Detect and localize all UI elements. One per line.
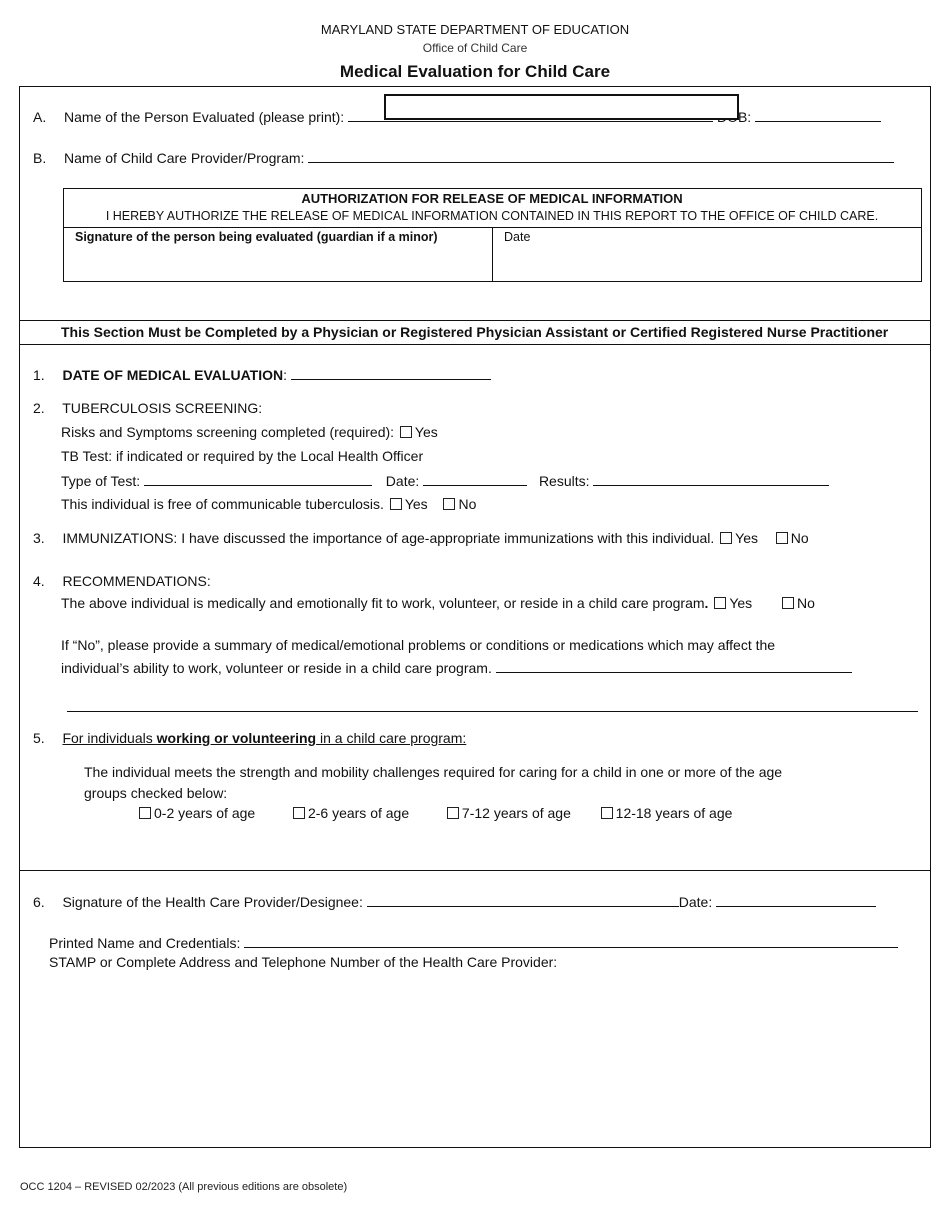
item-5-header: 5. For individuals working or volunteeri…	[33, 730, 466, 746]
if-no-line-1: If “No”, please provide a summary of med…	[61, 637, 776, 653]
immunizations-yes-label: Yes	[735, 530, 758, 546]
tb-screening-label: TUBERCULOSIS SCREENING:	[62, 400, 263, 416]
evaluation-date-label: DATE OF MEDICAL EVALUATION	[62, 367, 284, 383]
tb-date-label: Date:	[385, 473, 420, 489]
item-3: 3. IMMUNIZATIONS: I have discussed the i…	[33, 530, 809, 546]
tb-free-row: This individual is free of communicable …	[61, 496, 476, 512]
divider-provider-section-top	[19, 320, 930, 321]
fit-no-label: No	[796, 595, 815, 611]
item-6: 6. Signature of the Health Care Provider…	[33, 892, 877, 910]
if-no-line-2: individual’s ability to work, volunteer …	[61, 660, 492, 676]
immunizations-yes-checkbox[interactable]	[720, 532, 733, 544]
tb-free-no-label: No	[458, 496, 477, 512]
recommendations-label: RECOMMENDATIONS:	[62, 573, 211, 589]
immunizations-label: IMMUNIZATIONS: I have discussed the impo…	[62, 530, 715, 546]
mobility-desc-line-1: The individual meets the strength and mo…	[84, 764, 783, 780]
immunizations-no-label: No	[790, 530, 809, 546]
section-a-marker: A.	[33, 109, 47, 125]
item-1: 1. DATE OF MEDICAL EVALUATION:	[33, 365, 491, 383]
item-5-label-pre: For individuals	[62, 730, 157, 746]
tb-free-label: This individual is free of communicable …	[61, 496, 384, 512]
immunizations-no-checkbox[interactable]	[775, 532, 788, 544]
tb-type-label: Type of Test:	[61, 473, 141, 489]
fit-period: .	[704, 595, 709, 611]
form-revision-footer: OCC 1204 – REVISED 02/2023 (All previous…	[20, 1181, 348, 1193]
provider-signature-label: Signature of the Health Care Provider/De…	[62, 894, 363, 910]
provider-program-label: Name of Child Care Provider/Program:	[64, 150, 305, 166]
authorization-title: AUTHORIZATION FOR RELEASE OF MEDICAL INF…	[301, 191, 683, 206]
tb-risks-row: Risks and Symptoms screening completed (…	[61, 424, 438, 440]
guardian-signature-field[interactable]	[64, 247, 491, 280]
tb-test-row: Type of Test: Date: Results:	[61, 471, 830, 489]
if-no-summary-field-2[interactable]	[67, 697, 918, 712]
item-1-number: 1.	[33, 367, 45, 383]
item-4-header: 4. RECOMMENDATIONS:	[33, 573, 211, 589]
item-6-number: 6.	[33, 894, 45, 910]
item-5-number: 5.	[33, 730, 45, 746]
tb-risks-yes-label: Yes	[414, 424, 438, 440]
authorization-text: I HEREBY AUTHORIZE THE RELEASE OF MEDICA…	[105, 209, 879, 223]
person-name-input[interactable]	[384, 94, 739, 120]
if-no-summary-field[interactable]	[495, 658, 852, 673]
form-title: Medical Evaluation for Child Care	[339, 62, 611, 81]
provider-date-label: Date:	[678, 894, 713, 910]
tb-test-note: TB Test: if indicated or required by the…	[61, 448, 424, 464]
evaluation-date-colon: :	[283, 367, 287, 383]
evaluation-date-field[interactable]	[290, 365, 491, 380]
tb-risks-yes-checkbox[interactable]	[399, 426, 412, 438]
tb-free-yes-label: Yes	[404, 496, 428, 512]
authorization-date-label: Date	[504, 230, 531, 244]
divider-provider-section-bottom	[19, 344, 930, 345]
fit-no-checkbox[interactable]	[781, 597, 794, 609]
dob-field[interactable]	[755, 107, 882, 122]
section-b-marker: B.	[33, 150, 47, 166]
section-b: B. Name of Child Care Provider/Program:	[33, 148, 895, 166]
provider-signature-field[interactable]	[366, 892, 679, 907]
age-7-12-checkbox[interactable]	[446, 807, 459, 819]
tb-results-field[interactable]	[593, 471, 830, 486]
age-0-2-label: 0-2 years of age	[154, 805, 256, 821]
provider-date-field[interactable]	[716, 892, 877, 907]
item-5-label-post: in a child care program:	[316, 730, 467, 746]
item-3-number: 3.	[33, 530, 45, 546]
if-no-row: individual’s ability to work, volunteer …	[61, 658, 852, 676]
age-12-18-checkbox[interactable]	[600, 807, 613, 819]
tb-results-label: Results:	[538, 473, 590, 489]
age-0-2-checkbox[interactable]	[139, 807, 151, 819]
item-2-header: 2. TUBERCULOSIS SCREENING:	[33, 400, 262, 416]
agency-name: MARYLAND STATE DEPARTMENT OF EDUCATION	[320, 22, 630, 37]
tb-free-no-checkbox[interactable]	[443, 498, 456, 510]
printed-name-field[interactable]	[244, 933, 899, 948]
tb-free-yes-checkbox[interactable]	[389, 498, 402, 510]
age-12-18-label: 12-18 years of age	[615, 805, 733, 821]
provider-program-field[interactable]	[308, 148, 895, 163]
age-2-6-checkbox[interactable]	[292, 807, 305, 819]
printed-name-label: Printed Name and Credentials:	[49, 935, 241, 951]
mobility-desc-line-2: groups checked below:	[84, 785, 228, 801]
age-groups-row: 0-2 years of age 2-6 years of age 7-12 y…	[137, 805, 732, 821]
if-no-summary-row-2	[67, 697, 918, 715]
age-7-12-label: 7-12 years of age	[461, 805, 571, 821]
tb-type-field[interactable]	[144, 471, 373, 486]
tb-date-field[interactable]	[423, 471, 528, 486]
authorization-date-field[interactable]	[493, 247, 920, 280]
fit-row: The above individual is medically and em…	[61, 595, 815, 611]
tb-risks-label: Risks and Symptoms screening completed (…	[61, 424, 395, 440]
fit-yes-checkbox[interactable]	[714, 597, 727, 609]
fit-yes-label: Yes	[729, 595, 753, 611]
office-name: Office of Child Care	[422, 41, 528, 55]
provider-section-title: This Section Must be Completed by a Phys…	[61, 324, 889, 340]
printed-name-row: Printed Name and Credentials:	[49, 933, 899, 951]
divider-item6	[19, 870, 930, 871]
item-4-number: 4.	[33, 573, 45, 589]
person-name-label: Name of the Person Evaluated (please pri…	[64, 109, 345, 125]
age-2-6-label: 2-6 years of age	[307, 805, 410, 821]
item-5-label-bold: working or volunteering	[156, 730, 317, 746]
stamp-label: STAMP or Complete Address and Telephone …	[49, 954, 558, 970]
item-2-number: 2.	[33, 400, 45, 416]
stamp-area[interactable]	[40, 975, 920, 1140]
guardian-signature-label: Signature of the person being evaluated …	[75, 230, 438, 244]
fit-label: The above individual is medically and em…	[61, 595, 705, 611]
